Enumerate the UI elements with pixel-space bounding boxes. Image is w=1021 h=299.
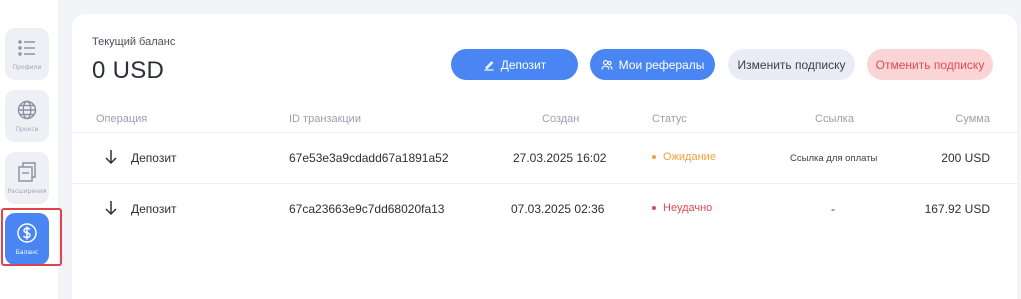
referrals-button[interactable]: Мои рефералы bbox=[590, 49, 715, 80]
amount-cell: 167.92 USD bbox=[924, 202, 990, 216]
transaction-id-cell: 67e53e3a9cdadd67a1891a52 bbox=[289, 151, 449, 165]
deposit-button[interactable]: Депозит bbox=[451, 49, 578, 80]
column-header-transaction-id: ID транзакции bbox=[289, 113, 361, 125]
operation-cell: Депозит bbox=[131, 151, 177, 165]
payment-link[interactable]: Ссылка для оплаты bbox=[790, 153, 877, 164]
arrow-down-icon bbox=[105, 201, 117, 216]
users-icon bbox=[601, 59, 613, 70]
status-text: Неудачно bbox=[663, 202, 713, 214]
sidebar-item-label: Расширения bbox=[7, 188, 47, 195]
status-badge: Ожидание bbox=[652, 151, 716, 163]
column-header-created: Создан bbox=[542, 113, 580, 125]
balance-card: Текущий баланс 0 USD Депозит Мои реферал… bbox=[72, 14, 1017, 299]
column-header-operation: Операция bbox=[96, 113, 148, 125]
cancel-subscription-button[interactable]: Отменить подписку bbox=[867, 49, 993, 80]
sidebar-item-profiles[interactable]: Профили bbox=[5, 28, 49, 80]
transaction-id-cell: 67ca23663e9c7dd68020fa13 bbox=[289, 202, 445, 216]
globe-icon bbox=[17, 100, 37, 120]
sidebar-item-proxy[interactable]: Прокси bbox=[5, 90, 49, 142]
column-header-amount: Сумма bbox=[955, 113, 990, 125]
status-text: Ожидание bbox=[663, 151, 716, 163]
referrals-button-label: Мои рефералы bbox=[618, 57, 705, 72]
amount-cell: 200 USD bbox=[941, 151, 990, 165]
table-header: Операция ID транзакции Создан Статус Ссы… bbox=[72, 110, 1017, 132]
change-subscription-button[interactable]: Изменить подписку bbox=[728, 49, 855, 80]
table-row: Депозит 67ca23663e9c7dd68020fa13 07.03.2… bbox=[72, 183, 1017, 233]
link-cell: - bbox=[831, 202, 835, 216]
column-header-link: Ссылка bbox=[815, 113, 854, 125]
column-header-status: Статус bbox=[652, 113, 687, 125]
cancel-subscription-label: Отменить подписку bbox=[875, 57, 985, 72]
status-dot bbox=[652, 155, 656, 159]
sidebar-item-label: Профили bbox=[12, 64, 42, 71]
operation-cell: Депозит bbox=[131, 202, 177, 216]
sidebar-item-label: Прокси bbox=[15, 126, 39, 133]
extension-icon bbox=[18, 162, 36, 182]
sidebar-item-extensions[interactable]: Расширения bbox=[5, 152, 49, 204]
change-subscription-label: Изменить подписку bbox=[737, 57, 846, 72]
status-badge: Неудачно bbox=[652, 202, 712, 214]
created-cell: 27.03.2025 16:02 bbox=[513, 151, 607, 165]
list-icon bbox=[18, 40, 35, 56]
table-row: Депозит 67e53e3a9cdadd67a1891a52 27.03.2… bbox=[72, 132, 1017, 182]
pencil-icon bbox=[484, 60, 494, 71]
balance-label: Текущий баланс bbox=[92, 36, 176, 48]
arrow-down-icon bbox=[105, 150, 117, 165]
deposit-button-label: Депозит bbox=[500, 57, 547, 72]
balance-value: 0 USD bbox=[92, 57, 165, 84]
status-dot bbox=[652, 206, 656, 210]
selection-highlight bbox=[1, 208, 62, 266]
created-cell: 07.03.2025 02:36 bbox=[511, 202, 605, 216]
